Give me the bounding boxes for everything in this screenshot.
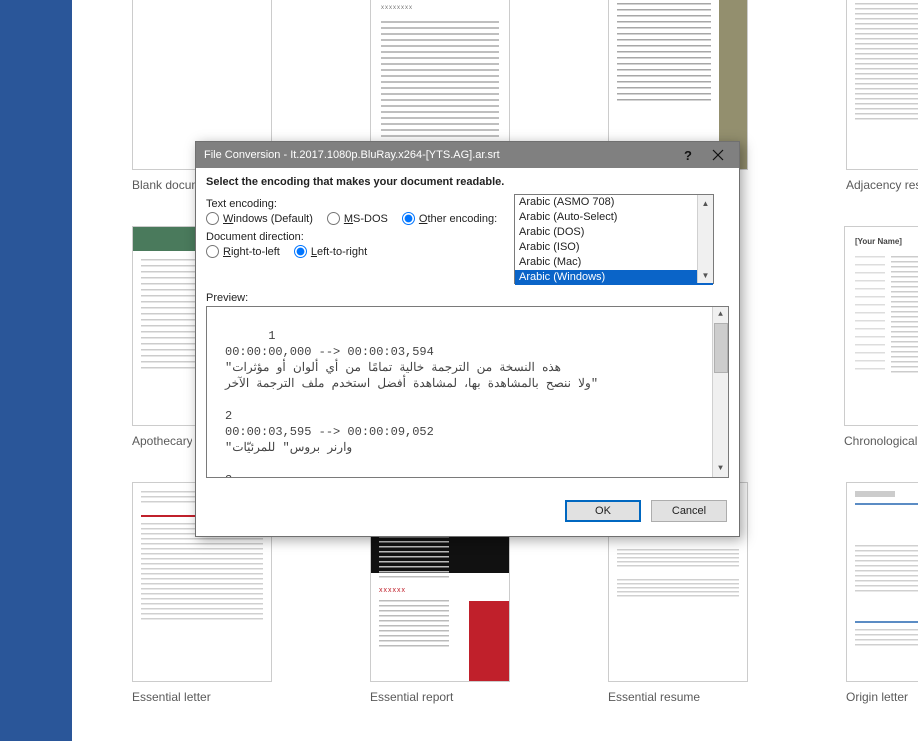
- scrollbar[interactable]: ▲ ▼: [712, 307, 728, 477]
- dialog-button-row: OK Cancel: [196, 490, 739, 536]
- scroll-up-icon[interactable]: ▲: [713, 307, 729, 323]
- cancel-button[interactable]: Cancel: [651, 500, 727, 522]
- radio-input[interactable]: [294, 245, 307, 258]
- radio-windows-default[interactable]: Windows (Default): [206, 212, 313, 225]
- encoding-option[interactable]: Arabic (Auto-Select): [515, 210, 713, 225]
- thumb-red-band: [469, 601, 509, 681]
- thumb-lines: [891, 256, 918, 376]
- dialog-body: Select the encoding that makes your docu…: [196, 168, 739, 490]
- template-origin-letter[interactable]: Origin letter: [846, 482, 918, 704]
- encoding-option[interactable]: Arabic (DOS): [515, 225, 713, 240]
- thumb-lines: [855, 256, 885, 376]
- radio-ms-dos[interactable]: MS-DOS: [327, 212, 388, 225]
- close-icon: [712, 149, 724, 161]
- template-label: Adjacency resume: [846, 178, 918, 192]
- text-encoding-label: Text encoding:: [206, 198, 514, 210]
- template-label: Essential resume: [608, 690, 748, 704]
- radio-left-to-right[interactable]: Left-to-right: [294, 245, 367, 258]
- preview-text: 1 00:00:00,000 --> 00:00:03,594 "هذه الن…: [225, 329, 598, 478]
- thumb-placeholder-name: [Your Name]: [855, 237, 918, 246]
- radio-input[interactable]: [327, 212, 340, 225]
- app-sidebar: [0, 0, 72, 741]
- thumb-lines: [141, 523, 263, 623]
- file-conversion-dialog: File Conversion - It.2017.1080p.BluRay.x…: [195, 141, 740, 537]
- radio-other-encoding[interactable]: Other encoding:: [402, 212, 497, 225]
- template-label: Chronological letter: [844, 434, 918, 448]
- encoding-option[interactable]: Arabic (Windows): [515, 270, 713, 285]
- scrollbar[interactable]: ▲ ▼: [697, 195, 713, 283]
- dialog-instruction: Select the encoding that makes your docu…: [206, 176, 729, 188]
- encoding-option[interactable]: Arabic (ASMO 708): [515, 195, 713, 210]
- scroll-down-icon[interactable]: ▼: [698, 267, 714, 283]
- document-direction-label: Document direction:: [206, 231, 514, 243]
- text-encoding-radios: Windows (Default) MS-DOS Other encoding:: [206, 212, 514, 225]
- scroll-up-icon[interactable]: ▲: [698, 195, 714, 211]
- thumb-ticks: xxxxxx: [379, 587, 459, 594]
- scroll-down-icon[interactable]: ▼: [713, 461, 729, 477]
- template-chronological-letter[interactable]: [Your Name] Chronological letter: [844, 226, 918, 448]
- document-direction-radios: Right-to-left Left-to-right: [206, 245, 514, 258]
- close-button[interactable]: [703, 145, 733, 165]
- dialog-titlebar[interactable]: File Conversion - It.2017.1080p.BluRay.x…: [196, 142, 739, 168]
- thumb-lines: [855, 545, 918, 595]
- template-thumb[interactable]: [846, 482, 918, 682]
- thumb-accent: [855, 621, 918, 623]
- thumb-lines: [855, 0, 918, 123]
- radio-input[interactable]: [206, 212, 219, 225]
- thumb-lines: [855, 629, 918, 649]
- template-label: Essential report: [370, 690, 510, 704]
- template-label: Apothecary letter: [132, 434, 192, 448]
- radio-input[interactable]: [206, 245, 219, 258]
- thumb-lines: [617, 549, 739, 567]
- template-adjacency-resume[interactable]: Adjacency resume: [846, 0, 918, 192]
- thumb-lines: [379, 600, 449, 650]
- template-thumb[interactable]: [846, 0, 918, 170]
- radio-input[interactable]: [402, 212, 415, 225]
- thumb-lines: [617, 579, 739, 597]
- thumb-title: xxxxxxxx: [381, 5, 499, 11]
- encoding-option[interactable]: Arabic (Mac): [515, 255, 713, 270]
- radio-right-to-left[interactable]: Right-to-left: [206, 245, 280, 258]
- encoding-option[interactable]: Arabic (ISO): [515, 240, 713, 255]
- preview-textbox[interactable]: 1 00:00:00,000 --> 00:00:03,594 "هذه الن…: [206, 306, 729, 478]
- thumb-accent: [855, 503, 918, 505]
- thumb-lines: [381, 21, 499, 141]
- scrollbar-thumb[interactable]: [714, 323, 728, 373]
- preview-label: Preview:: [206, 292, 729, 304]
- template-thumb[interactable]: [Your Name]: [844, 226, 918, 426]
- ok-button[interactable]: OK: [565, 500, 641, 522]
- thumb-lines: [855, 491, 895, 497]
- template-label: Origin letter: [846, 690, 918, 704]
- encoding-listbox[interactable]: Arabic (ASMO 708)Arabic (Auto-Select)Ara…: [514, 194, 714, 284]
- help-button[interactable]: ?: [673, 145, 703, 165]
- dialog-title: File Conversion - It.2017.1080p.BluRay.x…: [204, 149, 673, 161]
- template-label: Essential letter: [132, 690, 272, 704]
